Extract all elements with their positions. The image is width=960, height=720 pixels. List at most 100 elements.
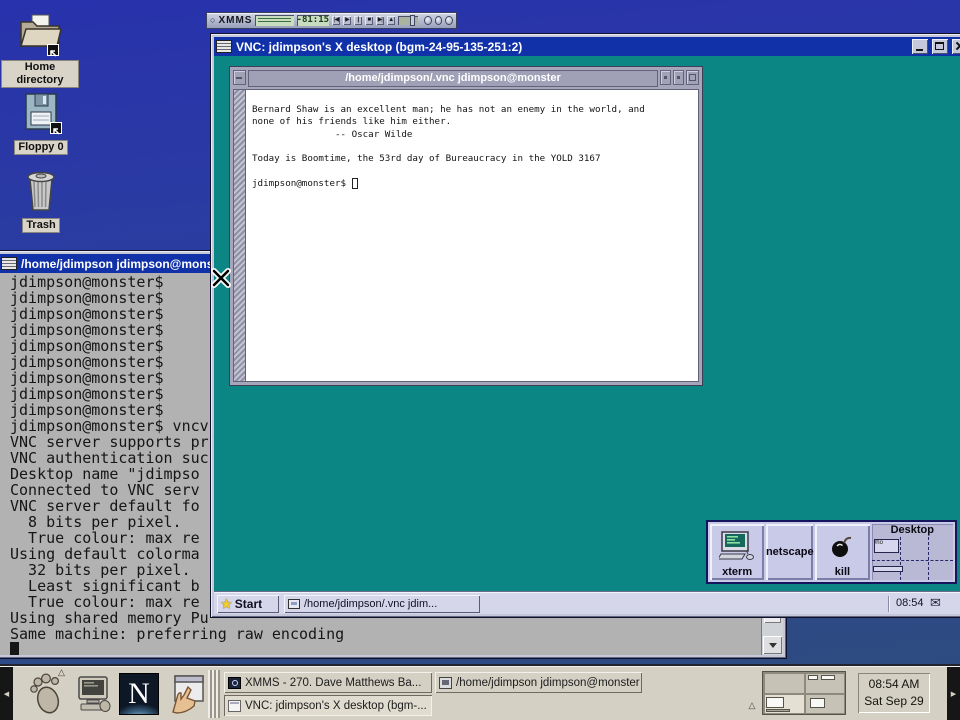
shortcut-arrow-icon — [47, 44, 59, 56]
dot-icon — [677, 76, 680, 79]
xmms-minimize-button[interactable] — [424, 16, 432, 25]
shade-button[interactable] — [660, 70, 671, 85]
desktop-icon-label: Floppy 0 — [14, 140, 67, 155]
xterm-launcher-button[interactable]: xterm — [710, 524, 764, 580]
window-menu-icon[interactable] — [1, 257, 17, 270]
scrollbar-down-button[interactable] — [763, 636, 782, 654]
prev-button[interactable]: |◀ — [332, 16, 340, 25]
xmms-shaded-window[interactable]: ○ XMMS -81:15 |◀ ▶ || ■ ▶| ▲ — [206, 12, 457, 29]
pause-button[interactable]: || — [354, 16, 362, 25]
vnc-window-title: VNC: jdimpson's X desktop (bgm-24-95-135… — [236, 40, 522, 54]
pager-cell-1[interactable] — [764, 673, 804, 693]
vnc-task-icon — [228, 700, 241, 712]
vnc-window: VNC: jdimpson's X desktop (bgm-24-95-135… — [210, 33, 960, 618]
gnome-terminal-icon — [74, 674, 114, 714]
xterm-cursor — [352, 178, 358, 189]
remote-xterm-content[interactable]: Bernard Shaw is an excellent man; he has… — [233, 89, 699, 382]
vnc-remote-desktop[interactable]: /home/jdimpson/.vnc jdimpson@monster Ber… — [214, 56, 960, 614]
kill-button[interactable]: kill — [815, 524, 869, 580]
desktop-icon-label: Home directory — [1, 60, 79, 88]
netscape-launcher-label: netscape — [766, 546, 814, 558]
show-desktop-launcher[interactable] — [163, 671, 207, 717]
panel-handle[interactable] — [208, 670, 220, 718]
netscape-launcher[interactable]: N — [117, 671, 161, 717]
gnome-foot-icon — [26, 672, 66, 716]
maximize-button[interactable] — [686, 70, 699, 85]
netscape-icon: N — [119, 673, 159, 715]
sticky-button[interactable] — [673, 70, 684, 85]
terminal-cursor — [10, 642, 19, 655]
remote-button-panel: xterm netscape kill Des — [706, 520, 957, 584]
desktop-icon-trash[interactable]: Trash — [2, 166, 80, 233]
terminal-launcher[interactable] — [72, 671, 116, 717]
volume-thumb[interactable] — [410, 15, 415, 26]
pager-cell-4[interactable] — [805, 694, 845, 714]
arrow-right-icon: ▶ — [951, 690, 956, 698]
stop-button[interactable]: ■ — [365, 16, 373, 25]
desktop-icon-home[interactable]: Home directory — [1, 8, 79, 88]
start-label: Start — [235, 597, 262, 611]
iconify-button[interactable] — [233, 70, 246, 85]
start-star-icon: ★ — [221, 597, 232, 611]
maximize-button[interactable] — [932, 39, 948, 54]
play-button[interactable]: ▶ — [343, 16, 351, 25]
remote-task-label: /home/jdimpson/.vnc jdim... — [304, 598, 437, 610]
shortcut-arrow-icon — [50, 122, 62, 134]
arrow-left-icon: ◀ — [4, 690, 9, 698]
task-label: XMMS - 270. Dave Matthews Ba... — [245, 677, 421, 689]
clock-applet[interactable]: 08:54 AM Sat Sep 29 — [858, 673, 930, 713]
close-button[interactable] — [952, 39, 960, 54]
panel-hide-right-button[interactable]: ▶ — [947, 667, 960, 720]
xmms-close-button[interactable] — [445, 16, 453, 25]
remote-desktop-pager[interactable]: Desktop /ho — [872, 524, 953, 580]
triangle-icon: △ — [749, 700, 756, 710]
clock-time: 08:54 AM — [869, 677, 920, 691]
remote-xterm-titlebar[interactable]: /home/jdimpson/.vnc jdimpson@monster — [233, 70, 699, 87]
task-label: VNC: jdimpson's X desktop (bgm-... — [245, 700, 427, 712]
next-button[interactable]: ▶| — [376, 16, 384, 25]
remote-xterm-title: /home/jdimpson/.vnc jdimpson@monster — [248, 70, 658, 87]
task-button-vnc[interactable]: VNC: jdimpson's X desktop (bgm-... — [224, 695, 432, 716]
tasklist-arrow-button[interactable]: △ — [744, 698, 760, 713]
mail-icon[interactable]: ✉ — [930, 595, 941, 611]
netscape-launcher-button[interactable]: netscape — [766, 524, 813, 580]
iconify-icon — [236, 77, 242, 79]
xmms-visualizer[interactable] — [255, 15, 293, 26]
trash-icon — [2, 166, 80, 214]
dot-icon — [664, 76, 667, 79]
host-terminal-title: /home/jdimpson jdimpson@monster — [21, 257, 229, 271]
remote-xterm-window: /home/jdimpson/.vnc jdimpson@monster Ber… — [229, 66, 703, 386]
remote-task-button[interactable]: /home/jdimpson/.vnc jdim... — [284, 595, 480, 613]
minimize-icon — [916, 49, 923, 51]
xmms-time-display[interactable]: -81:15 — [297, 15, 330, 26]
minimize-button[interactable] — [912, 39, 928, 54]
pager-title: Desktop — [872, 524, 953, 536]
remote-taskbar: ★ Start /home/jdimpson/.vnc jdim... 08:5… — [214, 592, 960, 614]
xmms-title: XMMS — [218, 15, 252, 26]
xterm-launcher-label: xterm — [722, 566, 752, 578]
window-menu-icon[interactable] — [216, 40, 232, 53]
pager-window-chip: /ho — [874, 539, 899, 553]
maximize-icon — [689, 74, 696, 81]
volume-slider[interactable] — [398, 16, 419, 25]
task-button-terminal[interactable]: /home/jdimpson jdimpson@monster — [435, 672, 642, 693]
pager-taskbar-chip — [873, 566, 903, 572]
clock-date: Sat Sep 29 — [864, 694, 923, 708]
eject-button[interactable]: ▲ — [387, 16, 395, 25]
pager-cell-3[interactable] — [764, 694, 804, 714]
vnc-titlebar[interactable]: VNC: jdimpson's X desktop (bgm-24-95-135… — [214, 37, 960, 56]
remote-start-button[interactable]: ★ Start — [217, 595, 279, 613]
xterm-scrollbar[interactable] — [234, 90, 246, 381]
desktop-icon-label: Trash — [22, 218, 59, 233]
xmms-shade-button[interactable] — [435, 16, 443, 25]
maximize-icon — [935, 42, 944, 50]
xmms-task-icon — [228, 677, 241, 689]
task-button-xmms[interactable]: XMMS - 270. Dave Matthews Ba... — [224, 672, 432, 693]
terminal-task-icon — [439, 677, 452, 689]
hand-window-icon — [164, 674, 206, 714]
task-label: /home/jdimpson jdimpson@monster — [456, 677, 640, 689]
desktop-icon-floppy[interactable]: Floppy 0 — [2, 88, 80, 155]
pager-cell-2[interactable] — [805, 673, 845, 693]
panel-hide-left-button[interactable]: ◀ — [0, 667, 13, 720]
desk-guide-pager — [762, 671, 846, 715]
